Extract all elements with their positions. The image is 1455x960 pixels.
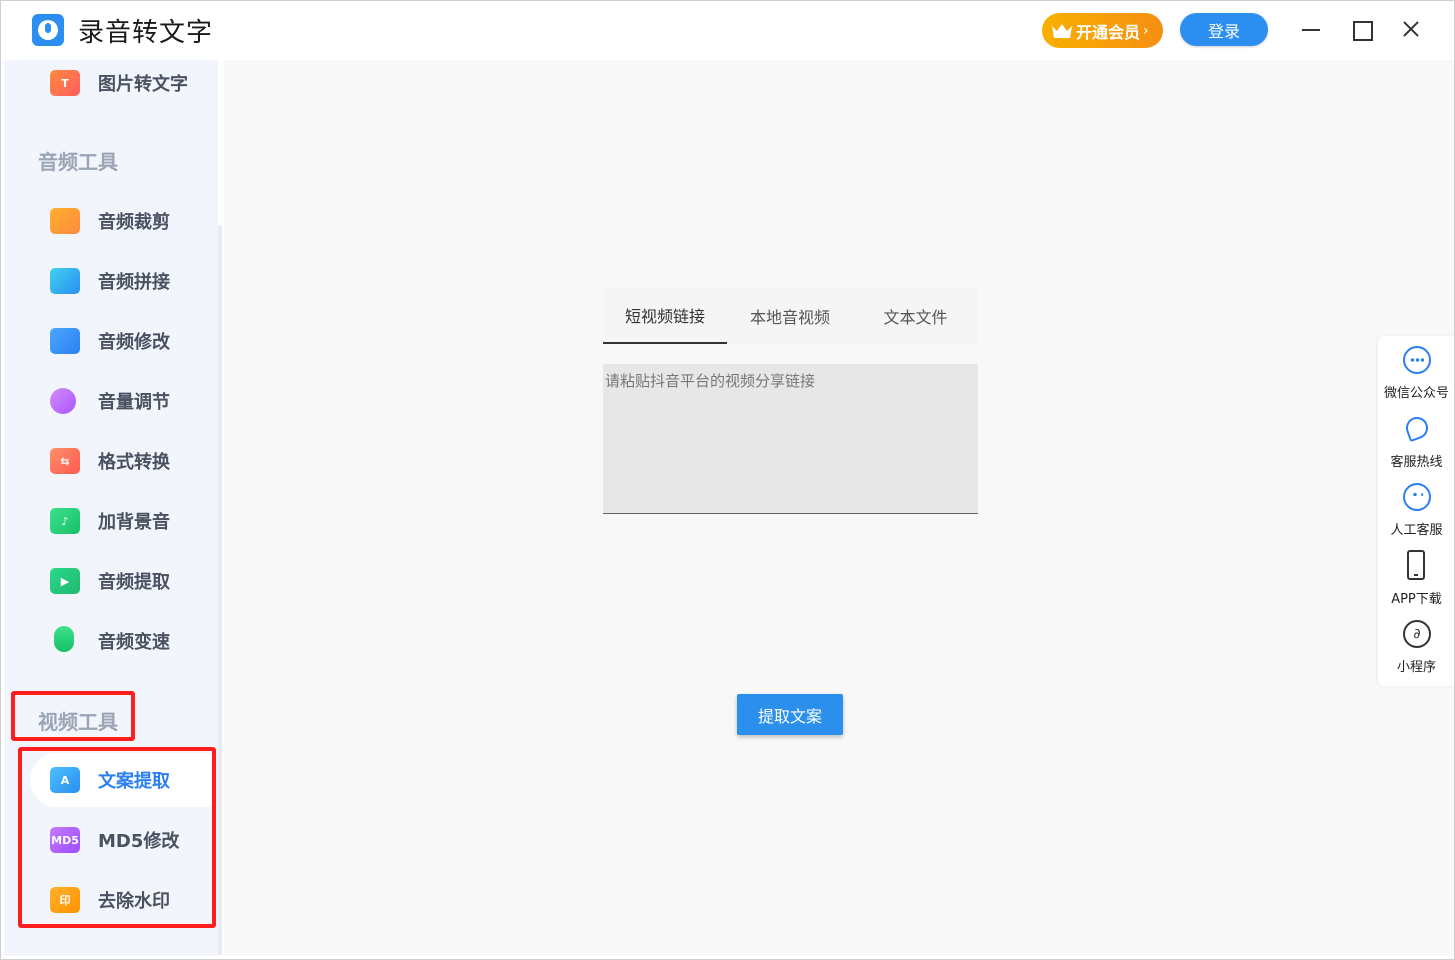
highlight-box-video-items <box>18 747 216 928</box>
side-item-wechat[interactable]: 微信公众号 <box>1378 336 1455 404</box>
audio-join-icon <box>50 268 80 294</box>
sidebar-item-label: 音频变速 <box>98 632 170 653</box>
crown-icon <box>1052 23 1072 38</box>
tab-text-file[interactable]: 文本文件 <box>853 287 978 344</box>
customer-service-icon <box>1403 483 1431 511</box>
side-item-hotline[interactable]: 客服热线 <box>1378 405 1455 473</box>
chevron-right-icon: › <box>1143 22 1149 39</box>
sidebar-item-volume[interactable]: 音量调节 <box>30 374 212 428</box>
image-to-text-icon: T <box>50 70 80 96</box>
section-title-audio: 音频工具 <box>38 150 118 174</box>
background-music-icon: ♪ <box>50 508 80 534</box>
sidebar-item-label: 音频提取 <box>98 572 170 593</box>
side-item-mini-program[interactable]: 小程序 <box>1378 610 1455 678</box>
sidebar-item-background-music[interactable]: ♪ 加背景音 <box>30 494 212 548</box>
tab-short-video-link[interactable]: 短视频链接 <box>603 287 727 344</box>
wechat-bubble-icon <box>1403 346 1431 374</box>
sidebar-scrollbar[interactable] <box>218 225 222 955</box>
sidebar-item-audio-join[interactable]: 音频拼接 <box>30 254 212 308</box>
format-convert-icon: ⇆ <box>50 448 80 474</box>
login-button[interactable]: 登录 <box>1180 13 1268 46</box>
sidebar-item-label: 加背景音 <box>98 512 170 533</box>
sidebar-item-label: 音量调节 <box>98 392 170 413</box>
side-item-label: 微信公众号 <box>1383 386 1449 401</box>
sidebar-item-label: 图片转文字 <box>98 74 188 95</box>
sidebar-item-format-convert[interactable]: ⇆ 格式转换 <box>30 434 212 488</box>
audio-edit-icon <box>50 328 80 354</box>
sidebar-item-label: 音频修改 <box>98 332 170 353</box>
mini-program-icon <box>1403 620 1431 648</box>
vip-label: 开通会员 <box>1076 22 1141 42</box>
video-link-input[interactable] <box>603 364 978 514</box>
audio-cut-icon <box>50 208 80 234</box>
side-item-label: 客服热线 <box>1390 455 1443 470</box>
sidebar-item-audio-speed[interactable]: 音频变速 <box>30 614 212 668</box>
close-icon[interactable] <box>1398 16 1424 42</box>
sidebar-item-label: 音频拼接 <box>98 272 170 293</box>
sidebar-item-label: 音频裁剪 <box>98 212 170 233</box>
sidebar-item-image-to-text[interactable]: T 图片转文字 <box>30 56 212 110</box>
side-service-panel: 微信公众号 客服热线 人工客服 APP下载 小程序 <box>1378 336 1455 686</box>
maximize-icon[interactable] <box>1349 16 1375 42</box>
phone-icon <box>1402 413 1432 443</box>
sidebar-item-audio-extract[interactable]: ▶ 音频提取 <box>30 554 212 608</box>
sidebar-item-audio-edit[interactable]: 音频修改 <box>30 314 212 368</box>
extract-text-button[interactable]: 提取文案 <box>737 694 843 735</box>
sidebar-item-audio-cut[interactable]: 音频裁剪 <box>30 194 212 248</box>
side-item-label: 小程序 <box>1396 660 1436 675</box>
tab-local-media[interactable]: 本地音视频 <box>727 287 853 344</box>
volume-icon <box>50 388 76 414</box>
side-item-label: APP下载 <box>1391 592 1442 607</box>
minimize-icon[interactable] <box>1299 16 1325 42</box>
side-item-label: 人工客服 <box>1390 523 1443 538</box>
source-tabs: 短视频链接 本地音视频 文本文件 <box>603 287 978 344</box>
side-item-app-download[interactable]: APP下载 <box>1378 542 1455 610</box>
audio-extract-icon: ▶ <box>50 568 80 594</box>
audio-speed-icon <box>54 626 74 652</box>
microphone-logo-icon <box>32 14 64 46</box>
highlight-box-video-title <box>11 691 135 741</box>
title-bar: 录音转文字 开通会员 › 登录 <box>0 0 1455 60</box>
side-item-customer-service[interactable]: 人工客服 <box>1378 473 1455 541</box>
mobile-icon <box>1407 550 1425 580</box>
vip-button[interactable]: 开通会员 › <box>1042 13 1163 48</box>
sidebar-item-label: 格式转换 <box>98 452 170 473</box>
app-title: 录音转文字 <box>78 18 214 48</box>
